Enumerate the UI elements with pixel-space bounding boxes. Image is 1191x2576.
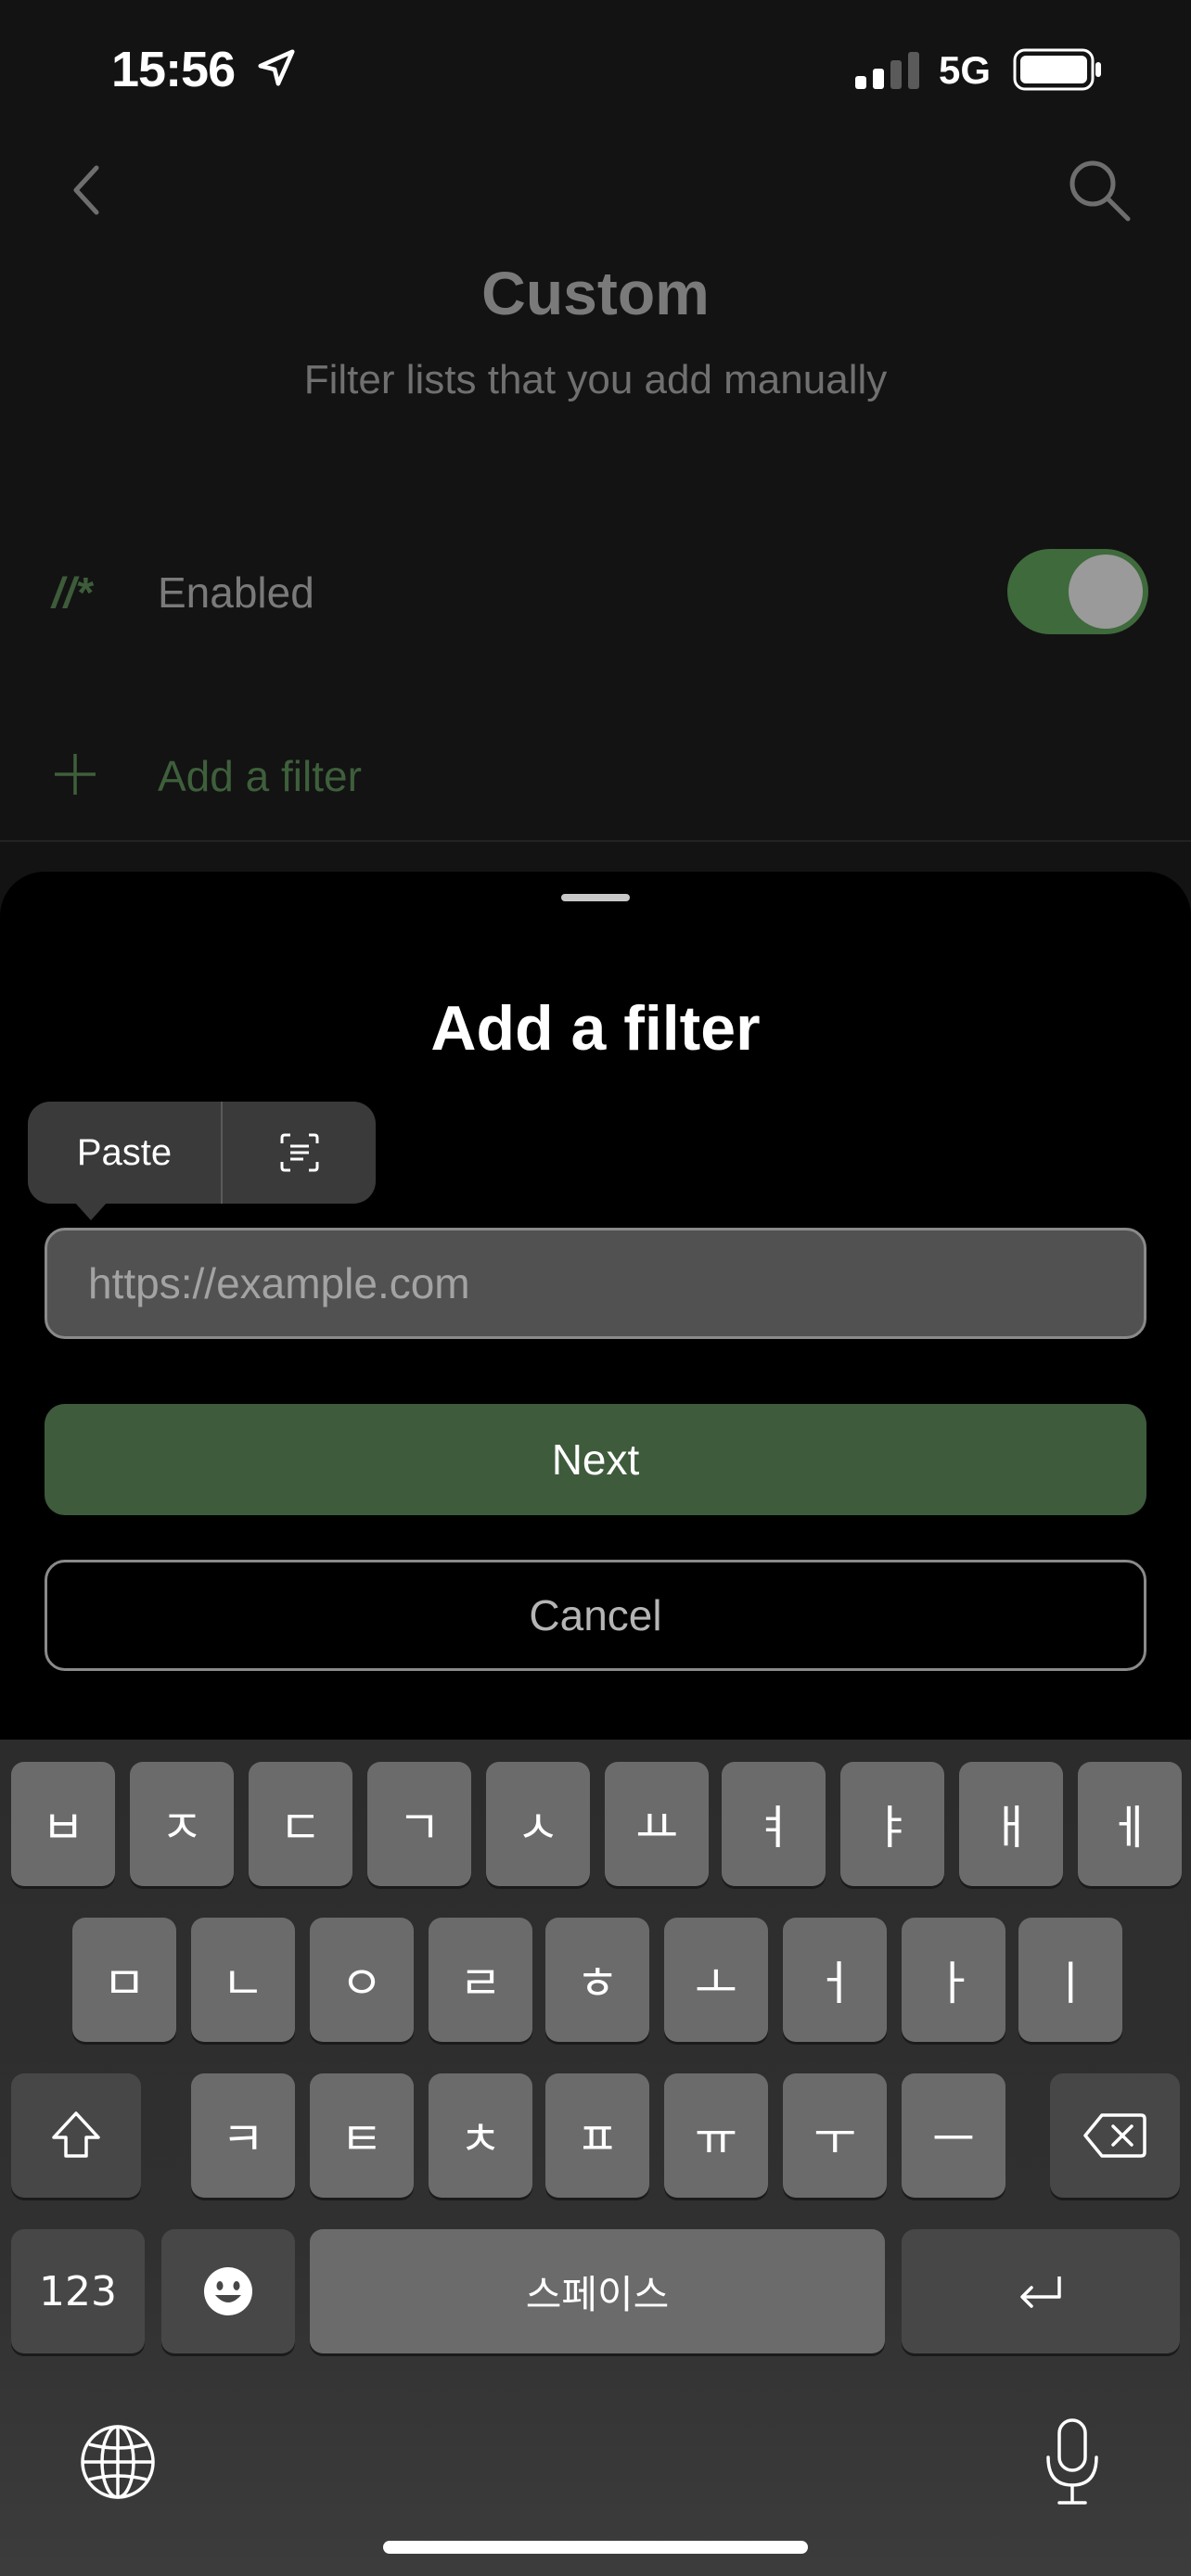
- scan-text-button[interactable]: [223, 1102, 376, 1204]
- paste-button[interactable]: Paste: [28, 1102, 221, 1204]
- battery-icon: [1013, 48, 1101, 91]
- enabled-row[interactable]: //* Enabled: [0, 547, 1191, 640]
- key-letter[interactable]: ㅏ: [902, 1918, 1005, 2042]
- key-letter[interactable]: ㅂ: [11, 1762, 115, 1886]
- return-icon: [1020, 2276, 1061, 2308]
- edit-menu: Paste: [28, 1102, 376, 1204]
- key-letter[interactable]: ㅅ: [486, 1762, 590, 1886]
- key-letter[interactable]: ㅌ: [310, 2073, 414, 2198]
- key-letter[interactable]: ㅐ: [959, 1762, 1063, 1886]
- key-letter[interactable]: ㅁ: [72, 1918, 176, 2042]
- key-letter[interactable]: ㅈ: [130, 1762, 234, 1886]
- cancel-button[interactable]: Cancel: [45, 1560, 1146, 1671]
- add-filter-row[interactable]: Add a filter: [0, 733, 1191, 825]
- delete-icon: [1083, 2113, 1146, 2158]
- key-letter[interactable]: ㅡ: [902, 2073, 1005, 2198]
- sheet-title: Add a filter: [430, 993, 761, 1064]
- divider: [0, 840, 1191, 842]
- emoji-icon: [204, 2267, 252, 2315]
- shift-icon: [52, 2111, 100, 2158]
- key-letter[interactable]: ㅔ: [1078, 1762, 1182, 1886]
- key-letter[interactable]: ㄱ: [367, 1762, 471, 1886]
- key-letter[interactable]: ㄹ: [429, 1918, 532, 2042]
- key-letter[interactable]: ㅋ: [191, 2073, 295, 2198]
- key-letter[interactable]: ㅗ: [664, 1918, 768, 2042]
- key-letter[interactable]: ㅑ: [840, 1762, 944, 1886]
- plus-icon: [55, 754, 96, 795]
- key-letter[interactable]: ㅊ: [429, 2073, 532, 2198]
- scan-text-icon: [280, 1133, 318, 1172]
- location-arrow-icon: [258, 49, 295, 86]
- cellular-signal-icon: [855, 52, 919, 89]
- numbers-key[interactable]: 123: [11, 2229, 145, 2353]
- status-bar: 15:56 5G: [0, 0, 1191, 139]
- key-letter[interactable]: ㄷ: [249, 1762, 352, 1886]
- next-button[interactable]: Next: [45, 1404, 1146, 1515]
- back-chevron-icon[interactable]: [65, 162, 109, 218]
- filter-symbol-icon: //*: [52, 568, 93, 617]
- page-title: Custom: [481, 259, 710, 327]
- enabled-label: Enabled: [158, 568, 314, 617]
- key-letter[interactable]: ㅇ: [310, 1918, 414, 2042]
- screen: 15:56 5G Custom Filter lists that you ad…: [0, 0, 1191, 2576]
- home-indicator[interactable]: [383, 2541, 808, 2554]
- add-filter-label: Add a filter: [158, 752, 362, 800]
- status-time: 15:56: [111, 42, 236, 97]
- url-input[interactable]: [45, 1228, 1146, 1339]
- key-letter[interactable]: ㅕ: [722, 1762, 826, 1886]
- space-key[interactable]: 스페이스: [310, 2229, 885, 2353]
- key-letter[interactable]: ㅣ: [1018, 1918, 1122, 2042]
- toggle-knob: [1069, 555, 1143, 629]
- return-key[interactable]: [902, 2229, 1180, 2353]
- emoji-key[interactable]: [161, 2229, 295, 2353]
- key-letter[interactable]: ㅎ: [545, 1918, 649, 2042]
- page-subtitle: Filter lists that you add manually: [303, 357, 888, 402]
- network-type: 5G: [939, 48, 992, 92]
- delete-key[interactable]: [1050, 2073, 1180, 2198]
- shift-key[interactable]: [11, 2073, 141, 2198]
- key-letter[interactable]: ㅓ: [783, 1918, 887, 2042]
- search-icon[interactable]: [1067, 158, 1132, 223]
- key-letter[interactable]: ㅜ: [783, 2073, 887, 2198]
- key-letter[interactable]: ㅍ: [545, 2073, 649, 2198]
- enabled-toggle[interactable]: [1007, 549, 1148, 634]
- add-filter-sheet: Add a filter Next Cancel: [0, 872, 1191, 1799]
- key-letter[interactable]: ㅠ: [664, 2073, 768, 2198]
- edit-menu-pointer: [74, 1202, 108, 1220]
- microphone-icon[interactable]: [1041, 2417, 1104, 2507]
- key-letter[interactable]: ㅛ: [605, 1762, 709, 1886]
- globe-icon[interactable]: [78, 2422, 158, 2502]
- key-letter[interactable]: ㄴ: [191, 1918, 295, 2042]
- sheet-grabber[interactable]: [561, 894, 630, 901]
